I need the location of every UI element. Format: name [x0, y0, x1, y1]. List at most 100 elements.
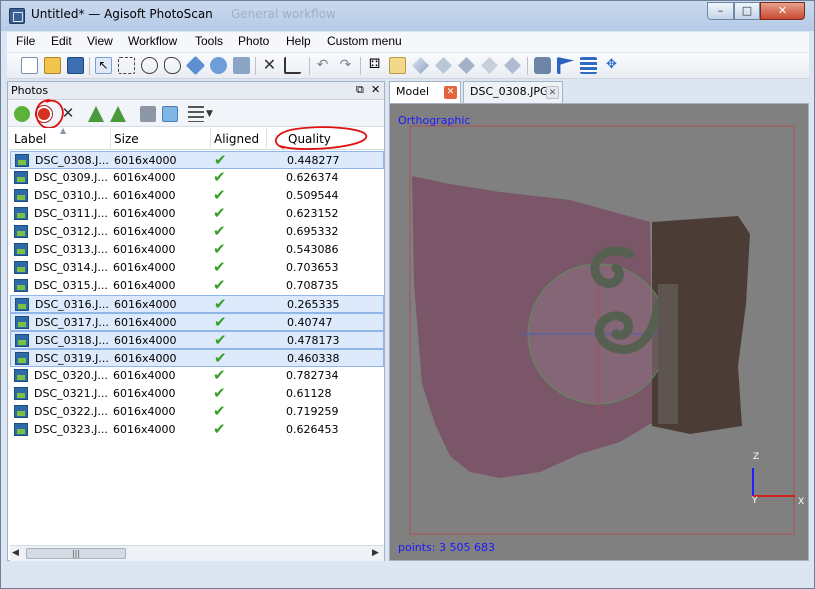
row-quality: 0.265335	[287, 298, 340, 311]
horizontal-scrollbar[interactable]: ◀ ||| ▶	[10, 545, 384, 561]
menu-view[interactable]: View	[87, 34, 113, 48]
column-label[interactable]: Label	[14, 132, 46, 146]
menu-edit[interactable]: Edit	[51, 34, 72, 48]
crop-icon[interactable]	[284, 57, 301, 74]
photo-icon	[14, 405, 28, 418]
scale-object-icon[interactable]	[233, 57, 250, 74]
window-title: Untitled* — Agisoft PhotoScan	[31, 7, 213, 21]
row-quality: 0.509544	[286, 189, 339, 202]
solid-model-icon[interactable]	[435, 57, 452, 74]
tab-photo[interactable]: DSC_0308.JPG ✕	[463, 81, 563, 103]
maximize-button[interactable]: □	[734, 2, 760, 20]
menu-help[interactable]: Help	[286, 34, 311, 48]
close-tab-icon[interactable]: ✕	[444, 86, 457, 99]
row-label: DSC_0310.J...	[34, 189, 108, 202]
row-size: 6016x4000	[113, 171, 176, 184]
model-viewport[interactable]: Orthographic Z Y X points: 3 505 683	[389, 103, 809, 561]
table-row[interactable]: DSC_0318.J... 6016x4000 ✔ 0.478173	[10, 331, 384, 349]
menu-tools[interactable]: Tools	[195, 34, 223, 48]
scroll-thumb[interactable]: |||	[26, 548, 126, 559]
camera-icon[interactable]	[534, 57, 551, 74]
close-button[interactable]: ✕	[760, 2, 805, 20]
open-folder-icon[interactable]	[44, 57, 61, 74]
row-quality: 0.626453	[286, 423, 339, 436]
binoculars-icon[interactable]	[140, 106, 156, 122]
rotate-right-icon[interactable]	[110, 106, 126, 122]
table-row[interactable]: DSC_0316.J... 6016x4000 ✔ 0.265335	[10, 295, 384, 313]
flag-icon[interactable]	[557, 57, 574, 74]
layers-icon[interactable]	[580, 57, 597, 74]
aligned-check-icon: ✔	[213, 186, 226, 204]
redo-icon[interactable]: ↷	[337, 57, 354, 74]
view-mode-icon[interactable]	[188, 106, 204, 122]
photo-icon	[15, 334, 29, 347]
row-label: DSC_0322.J...	[34, 405, 108, 418]
delete-icon[interactable]: ✕	[261, 57, 278, 74]
aligned-check-icon: ✔	[213, 222, 226, 240]
detail-view-icon[interactable]	[389, 57, 406, 74]
pane-close-button[interactable]: ✕	[371, 83, 380, 96]
column-aligned[interactable]: Aligned	[214, 132, 259, 146]
minimize-button[interactable]: –	[707, 2, 734, 20]
menu-custom[interactable]: Custom menu	[327, 34, 402, 48]
menu-photo[interactable]: Photo	[238, 34, 269, 48]
grid-view-icon[interactable]: ⚃	[366, 57, 383, 74]
move-object-icon[interactable]	[185, 55, 206, 76]
sort-arrow-icon: ▲	[60, 126, 67, 135]
photo-icon	[14, 369, 28, 382]
menu-workflow[interactable]: Workflow	[128, 34, 177, 48]
shaded-model-icon[interactable]	[412, 57, 429, 74]
navigate-icon[interactable]: ✥	[603, 57, 620, 74]
scroll-right-icon[interactable]: ▶	[372, 548, 379, 558]
circle-select-icon[interactable]	[141, 57, 158, 74]
table-row[interactable]: DSC_0309.J... 6016x4000 ✔ 0.626374	[10, 168, 384, 187]
select-pointer-icon[interactable]: ↖	[95, 57, 112, 74]
rect-select-icon[interactable]	[118, 57, 135, 74]
photo-icon	[15, 154, 29, 167]
new-document-icon[interactable]	[21, 57, 38, 74]
row-label: DSC_0313.J...	[34, 243, 108, 256]
row-quality: 0.448277	[287, 154, 340, 167]
rotate-object-icon[interactable]	[210, 57, 227, 74]
reset-view-icon[interactable]	[162, 106, 178, 122]
row-label: DSC_0317.J...	[35, 316, 109, 329]
wireframe-model-icon[interactable]	[458, 57, 475, 74]
table-row[interactable]: DSC_0311.J... 6016x4000 ✔ 0.623152	[10, 204, 384, 223]
table-row[interactable]: DSC_0315.J... 6016x4000 ✔ 0.708735	[10, 276, 384, 295]
free-select-icon[interactable]	[164, 57, 181, 74]
save-icon[interactable]	[67, 57, 84, 74]
row-size: 6016x4000	[113, 423, 176, 436]
row-size: 6016x4000	[114, 154, 177, 167]
photo-icon	[15, 298, 29, 311]
close-tab-icon[interactable]: ✕	[546, 86, 559, 99]
scroll-left-icon[interactable]: ◀	[12, 548, 19, 558]
table-row[interactable]: DSC_0320.J... 6016x4000 ✔ 0.782734	[10, 366, 384, 385]
aligned-check-icon: ✔	[214, 295, 227, 313]
textured-model-icon[interactable]	[481, 57, 498, 74]
row-quality: 0.708735	[286, 279, 339, 292]
view-tabs: Model ✕ DSC_0308.JPG ✕	[389, 81, 809, 103]
table-row[interactable]: DSC_0319.J... 6016x4000 ✔ 0.460338	[10, 349, 384, 367]
table-row[interactable]: DSC_0314.J... 6016x4000 ✔ 0.703653	[10, 258, 384, 277]
table-row[interactable]: DSC_0323.J... 6016x4000 ✔ 0.626453	[10, 420, 384, 439]
rotate-left-icon[interactable]	[88, 106, 104, 122]
table-row[interactable]: DSC_0312.J... 6016x4000 ✔ 0.695332	[10, 222, 384, 241]
undo-icon[interactable]: ↶	[314, 57, 331, 74]
row-label: DSC_0319.J...	[35, 352, 109, 365]
point-cloud-icon[interactable]	[504, 57, 521, 74]
table-row[interactable]: DSC_0310.J... 6016x4000 ✔ 0.509544	[10, 186, 384, 205]
row-quality: 0.61128	[286, 387, 332, 400]
table-row[interactable]: DSC_0317.J... 6016x4000 ✔ 0.40747	[10, 313, 384, 331]
title-bar[interactable]: Untitled* — Agisoft PhotoScan General wo…	[1, 1, 814, 31]
table-row[interactable]: DSC_0322.J... 6016x4000 ✔ 0.719259	[10, 402, 384, 421]
dropdown-arrow-icon[interactable]: ▼	[206, 106, 222, 122]
menu-file[interactable]: File	[16, 34, 35, 48]
tab-model[interactable]: Model ✕	[389, 81, 461, 103]
photo-icon	[14, 279, 28, 292]
table-row[interactable]: DSC_0321.J... 6016x4000 ✔ 0.61128	[10, 384, 384, 403]
main-toolbar: ↖ ✕ ↶ ↷ ⚃ ✥	[7, 53, 809, 79]
table-row[interactable]: DSC_0313.J... 6016x4000 ✔ 0.543086	[10, 240, 384, 259]
column-size[interactable]: Size	[114, 132, 139, 146]
pane-float-button[interactable]: ⧉	[356, 83, 364, 97]
table-row[interactable]: DSC_0308.J... 6016x4000 ✔ 0.448277	[10, 151, 384, 169]
